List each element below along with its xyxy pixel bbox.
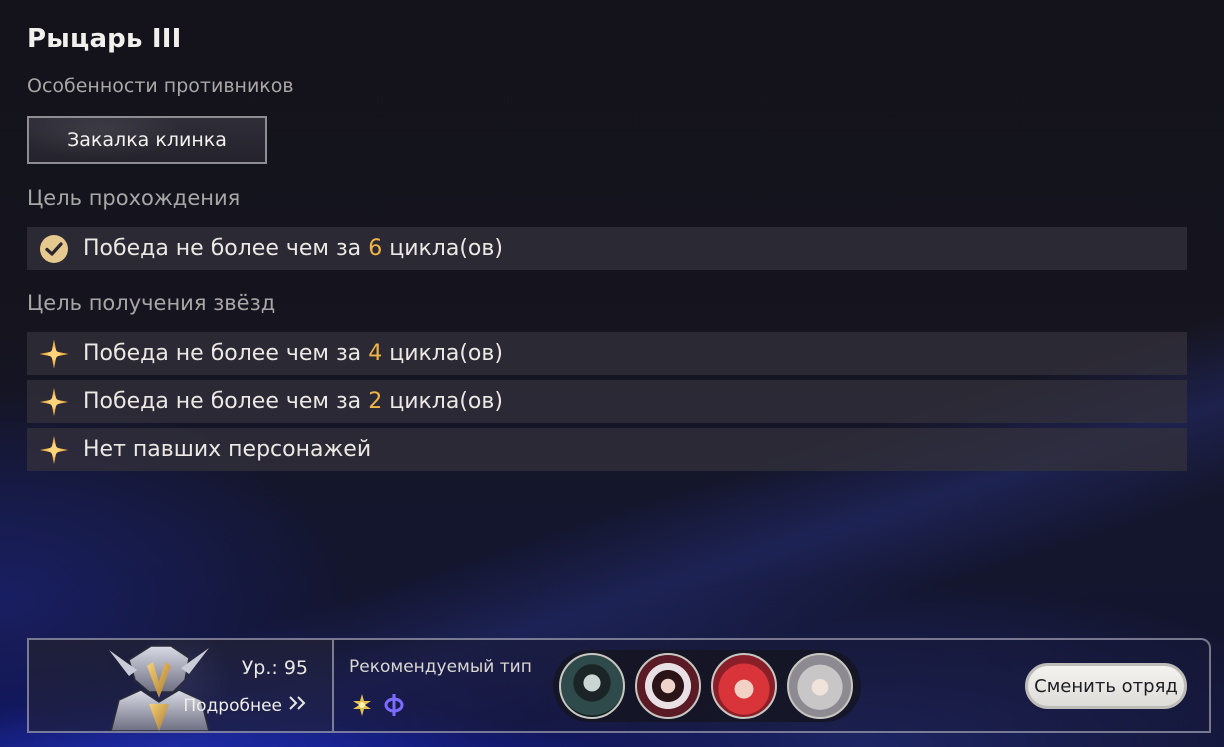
- double-chevron-right-icon: [288, 695, 308, 716]
- bottom-bar: Ур.: 95 Подробнее Рекомендуемый тип Смен…: [27, 638, 1211, 733]
- star-icon: [39, 339, 69, 369]
- recommended-elements: [349, 692, 407, 718]
- quantum-cross-icon: [349, 692, 375, 718]
- imaginary-phi-icon: [381, 692, 407, 718]
- clear-goal-label: Цель прохождения: [27, 186, 241, 210]
- recommended-characters: [553, 650, 861, 722]
- character-avatar[interactable]: [787, 653, 853, 719]
- star-goal-text: Нет павших персонажей: [83, 437, 372, 462]
- star-goal-row: Нет павших персонажей: [27, 428, 1187, 471]
- details-link[interactable]: Подробнее: [183, 695, 308, 716]
- character-avatar[interactable]: [635, 653, 701, 719]
- clear-goal-row: Победа не более чем за 6 цикла(ов): [27, 227, 1187, 270]
- star-goal-text-before: Победа не более чем за: [83, 341, 362, 366]
- clear-goal-text-before: Победа не более чем за: [83, 236, 362, 261]
- star-goal-text-before: Победа не более чем за: [83, 389, 362, 414]
- clear-goal-cycles: 6: [368, 236, 383, 261]
- stage-title: Рыцарь III: [27, 24, 182, 54]
- star-goal-cycles: 4: [368, 341, 383, 366]
- change-team-button[interactable]: Сменить отряд: [1025, 663, 1187, 709]
- details-label: Подробнее: [183, 695, 282, 716]
- enemy-features-label: Особенности противников: [27, 75, 294, 97]
- star-goal-label: Цель получения звёзд: [27, 291, 276, 315]
- character-avatar[interactable]: [711, 653, 777, 719]
- star-goal-row: Победа не более чем за 4 цикла(ов): [27, 332, 1187, 375]
- enemy-portrait: [109, 645, 210, 731]
- star-goal-text-after: цикла(ов): [389, 341, 503, 366]
- character-avatar[interactable]: [559, 653, 625, 719]
- star-icon: [39, 387, 69, 417]
- star-goal-text-after: цикла(ов): [389, 389, 503, 414]
- star-goal-cycles: 2: [368, 389, 383, 414]
- enemy-feature-button[interactable]: Закалка клинка: [27, 116, 267, 164]
- enemy-level: Ур.: 95: [241, 657, 308, 679]
- recommended-type-label: Рекомендуемый тип: [349, 657, 532, 677]
- star-goal-row: Победа не более чем за 2 цикла(ов): [27, 380, 1187, 423]
- check-circle-icon: [39, 234, 69, 264]
- clear-goal-text-after: цикла(ов): [389, 236, 503, 261]
- star-icon: [39, 435, 69, 465]
- enemy-card[interactable]: Ур.: 95 Подробнее: [29, 640, 334, 731]
